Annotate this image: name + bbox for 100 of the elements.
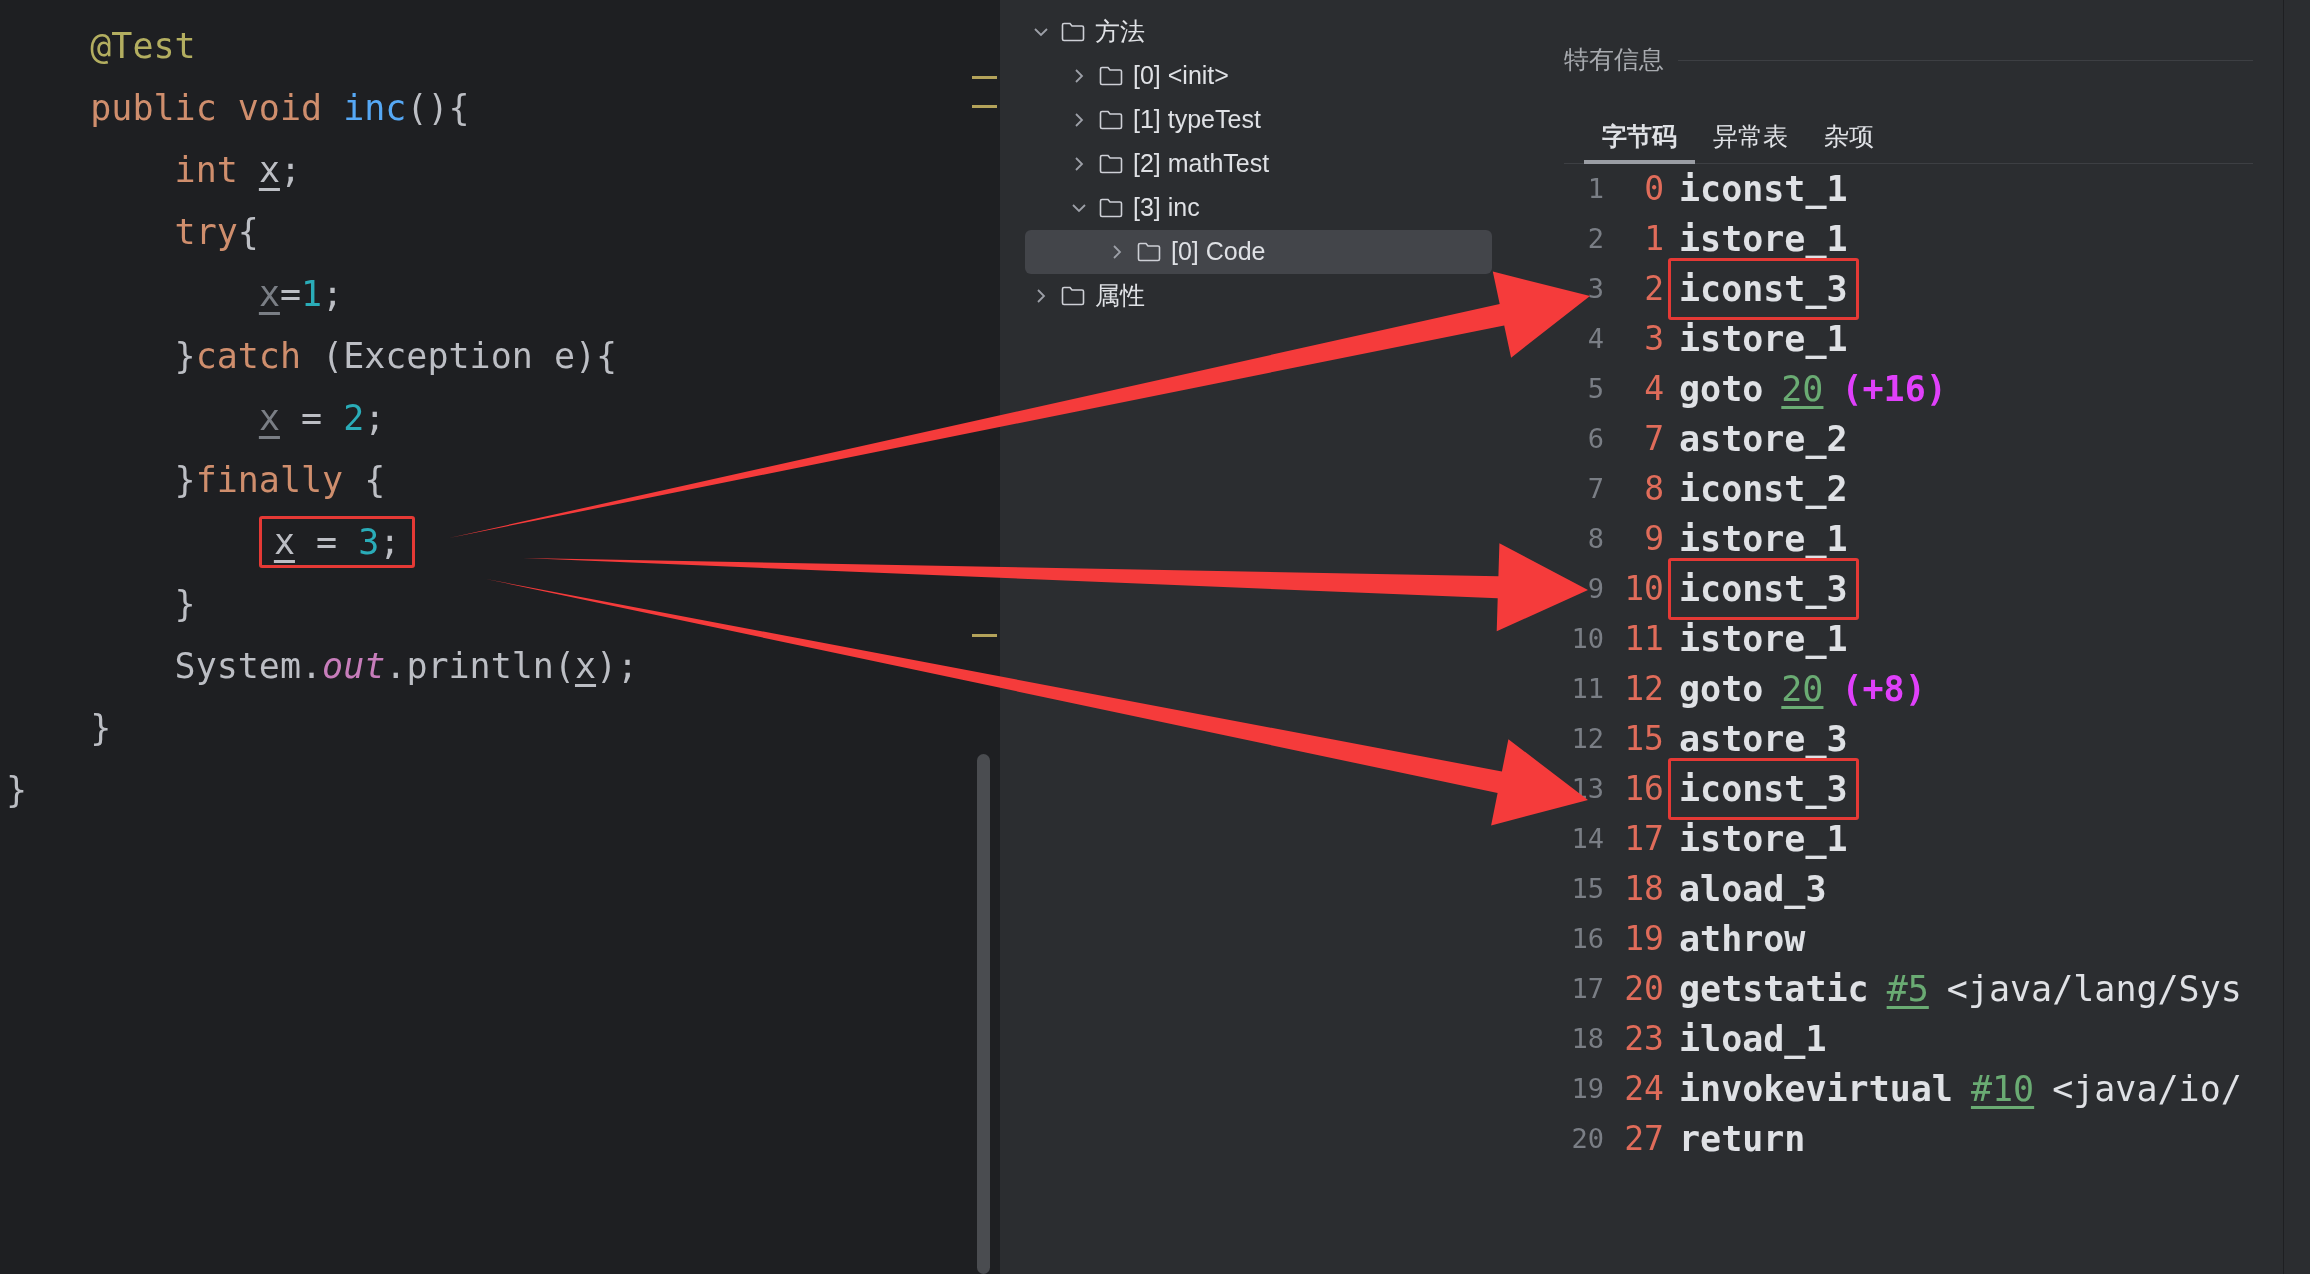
bytecode-offset: 8 [1643,468,1664,511]
opcode: goto [1679,667,1764,711]
operand-link[interactable]: 20 [1781,662,1824,716]
tree-item[interactable]: [1] typeTest [1025,98,1269,142]
line-number: 3 [1586,271,1604,306]
opcode: astore_2 [1679,417,1848,461]
opcode: istore_1 [1679,217,1848,261]
folder-icon [1099,110,1123,130]
bytecode-offset: 15 [1623,718,1664,761]
code-token: ; [322,274,344,314]
folder-icon [1099,66,1123,86]
code-token: x [258,150,280,190]
code-token: } [6,770,28,810]
bytecode-offset: 19 [1623,918,1664,961]
code-token: catch [195,336,301,376]
line-number: 12 [1570,721,1604,756]
bytecode-offset: 4 [1643,368,1664,411]
tab[interactable]: 字节码 [1584,114,1695,164]
opcode: iconst_3 [1679,567,1848,611]
change-marker [972,105,997,108]
opcode: iconst_3 [1679,267,1848,311]
tab[interactable]: 异常表 [1695,114,1806,164]
line-number: 19 [1570,1071,1604,1106]
line-number: 17 [1570,971,1604,1006]
line-number: 9 [1586,571,1604,606]
code-token: try [174,212,238,252]
opcode: iconst_1 [1679,167,1848,211]
bytecode-offset: 17 [1623,818,1664,861]
opcode: getstatic [1679,967,1869,1011]
code-token: inc [343,88,407,128]
bytecode-offset: 11 [1623,618,1664,661]
code-token: { [237,212,259,252]
code-token: public void [90,88,324,128]
opcode: invokevirtual [1679,1067,1953,1111]
tree-item[interactable]: [0] Code [1025,230,1492,274]
operand-link[interactable]: 20 [1781,362,1824,416]
code-token: System. [174,646,323,686]
opcode: athrow [1679,917,1806,961]
bytecode-offset: 18 [1623,868,1664,911]
code-token: = [315,522,339,562]
code-token: (){ [406,88,470,128]
operand-link[interactable]: #10 [1970,1062,2035,1116]
bytecode-offset: 10 [1623,568,1664,611]
operand: <java/io/ [2052,1067,2242,1111]
tab[interactable]: 杂项 [1806,114,1892,164]
code-token: finally [195,460,344,500]
opcode: istore_1 [1679,317,1848,361]
code-token: } [90,708,112,748]
line-number: 16 [1570,921,1604,956]
opcode: iconst_3 [1679,767,1848,811]
opcode: istore_1 [1679,617,1848,661]
line-number: 18 [1570,1021,1604,1056]
line-number: 5 [1586,371,1604,406]
code-token: 3 [358,522,380,562]
code-token: ); [596,646,639,686]
folder-icon [1061,286,1085,306]
code-token: (Exception e){ [321,336,618,376]
operand: (+16) [1841,367,1947,411]
bytecode-offset: 16 [1623,768,1664,811]
tree-item[interactable]: [2] mathTest [1025,142,1278,186]
scrollbar-thumb[interactable] [977,754,990,1274]
bytecode-offset: 7 [1643,418,1664,461]
code-token: int [174,150,239,190]
line-number: 15 [1570,871,1604,906]
bytecode-offset: 23 [1623,1018,1664,1061]
line-number: 14 [1570,821,1604,856]
line-number: 8 [1586,521,1604,556]
bytecode-offset: 3 [1643,318,1664,361]
code-token: x [258,398,280,438]
folder-icon [1061,22,1085,42]
tree-item[interactable]: 方法 [1025,10,1153,54]
folder-icon [1099,154,1123,174]
line-number: 10 [1570,621,1604,656]
folder-icon [1137,242,1161,262]
bytecode-offset: 27 [1623,1118,1664,1161]
code-token: 1 [301,274,323,314]
code-token: x [574,646,597,686]
opcode: iconst_2 [1679,467,1848,511]
line-number: 4 [1586,321,1604,356]
code-token: x [273,522,295,562]
operand-link[interactable]: #5 [1886,962,1929,1016]
line-number: 20 [1570,1121,1604,1156]
tree-item[interactable]: [0] <init> [1025,54,1237,98]
tree-item[interactable]: [3] inc [1025,186,1208,230]
code-token: } [174,460,196,500]
code-token: = [300,398,324,438]
opcode: aload_3 [1679,867,1827,911]
tree-item[interactable]: 属性 [1025,274,1153,318]
operand: <java/lang/Sys [1946,967,2242,1011]
line-number: 1 [1586,171,1604,206]
code-token: 2 [343,398,365,438]
code-token: out [322,646,386,686]
line-number: 7 [1586,471,1604,506]
operand: (+8) [1841,667,1926,711]
code-token: { [363,460,386,500]
code-token: } [174,584,196,624]
bytecode-offset: 1 [1643,218,1664,261]
line-number: 11 [1570,671,1604,706]
folder-icon [1099,198,1123,218]
opcode: iload_1 [1679,1017,1827,1061]
